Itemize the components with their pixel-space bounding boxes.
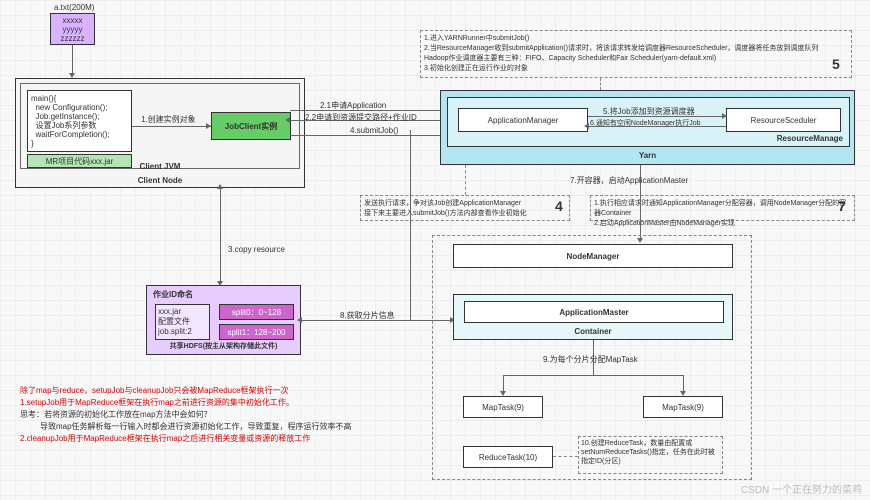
a5 bbox=[722, 113, 727, 119]
yarn-box: ApplicationManager ResourceSceduler 5.将J… bbox=[440, 90, 855, 165]
main-code: main(){ new Configuration(); Job.getInst… bbox=[27, 90, 132, 152]
badge4: 4 bbox=[555, 198, 563, 214]
file-l2: yyyyy bbox=[51, 25, 94, 34]
note7: 1.执行相应请求时通知ApplicationManager分配容器，调用Node… bbox=[590, 195, 855, 221]
bottom-notes: 除了map与reduce，setupJob与cleanupJob只会被MapRe… bbox=[20, 385, 420, 445]
l22: 2.2申请到资源提交路径+作业ID bbox=[305, 112, 417, 123]
appmaster: ApplicationMaster bbox=[464, 301, 724, 323]
c3 bbox=[220, 188, 221, 283]
bn2: 1.setupJob用于MapReduce框架在执行map之前进行资源的集中初始… bbox=[20, 397, 420, 409]
cloop bbox=[410, 130, 411, 320]
watermark: CSDN 一个正在努力的菜鸡 bbox=[741, 481, 862, 496]
maptask1: MapTask(9) bbox=[463, 396, 543, 418]
yarn-title: Yarn bbox=[441, 149, 854, 162]
note4: 发送执行请求，争对该Job创建ApplicationManager 接下来主要进… bbox=[360, 195, 570, 221]
nm-cluster: NodeManager ApplicationMaster Container … bbox=[432, 235, 752, 480]
maptask2: MapTask(9) bbox=[643, 396, 723, 418]
rm-title: ResourceManage bbox=[777, 132, 843, 145]
hdfs-item: xxx.jar 配置文件 job.split:2 bbox=[155, 304, 210, 340]
client-node: main(){ new Configuration(); Job.getInst… bbox=[15, 78, 305, 188]
file-l3: zzzzzz bbox=[51, 34, 94, 43]
l5: 5.将Job添加到资源调度器 bbox=[603, 106, 695, 117]
bn4: 导致map任务解析每一行输入时都会进行资源初始化工作，导致重复，程序运行效率不高 bbox=[20, 421, 420, 433]
client-title: Client Node bbox=[16, 174, 304, 187]
cloop2 bbox=[410, 320, 432, 321]
split0: split0：0~128 bbox=[219, 304, 294, 320]
l21: 2.1申请Application bbox=[320, 100, 386, 111]
rs-box: ResourceSceduler bbox=[726, 108, 841, 132]
l6: 6.通知有空闲NodeManager执行Job bbox=[590, 118, 701, 128]
badge5: 5 bbox=[832, 56, 840, 72]
bn3: 思考：若将资源的初始化工作放在map方法中会如何？ bbox=[20, 409, 420, 421]
a6 bbox=[584, 123, 589, 129]
jvm-title: Client JVM bbox=[16, 160, 304, 173]
bn5: 2.cleanupJob用于MapReduce框架在执行map之后进行相关变量或… bbox=[20, 433, 420, 445]
l3: 3.copy resource bbox=[228, 245, 285, 254]
step1-label: 1.创建实例对象 bbox=[141, 114, 196, 125]
container-title: Container bbox=[454, 325, 732, 338]
c-n10 bbox=[553, 456, 578, 457]
bn1: 除了map与reduce，setupJob与cleanupJob只会被MapRe… bbox=[20, 385, 420, 397]
conn-file-client bbox=[72, 45, 73, 73]
rm-box: ApplicationManager ResourceSceduler 5.将J… bbox=[447, 97, 850, 147]
container-box: ApplicationMaster Container bbox=[453, 294, 733, 340]
c-main-jc bbox=[132, 126, 211, 127]
a-main-jc bbox=[206, 123, 211, 129]
c9h bbox=[503, 375, 683, 376]
l7: 7.开容器，启动ApplicationMaster bbox=[570, 175, 688, 186]
reducetask: ReduceTask(10) bbox=[463, 446, 553, 468]
c-n5 bbox=[600, 78, 601, 90]
hdfs-box: 作业ID命名 xxx.jar 配置文件 job.split:2 split0：0… bbox=[146, 285, 301, 355]
file-l1: xxxxx bbox=[51, 16, 94, 25]
hdfs-footer: 共享HDFS(按主从架构存储此文件) bbox=[147, 339, 300, 353]
a8l bbox=[297, 317, 302, 323]
l9: 9.为每个分片分配MapTask bbox=[543, 354, 638, 365]
c-n4 bbox=[465, 165, 466, 195]
note5: 1.进入YARNRunner中submitJob() 2.当ResourceMa… bbox=[420, 30, 852, 78]
a3u bbox=[217, 184, 223, 189]
hdfs-title: 作业ID命名 bbox=[153, 289, 193, 300]
l4: 4.submitJob() bbox=[350, 126, 398, 135]
client-jvm: main(){ new Configuration(); Job.getInst… bbox=[20, 83, 300, 169]
note10: 10.创建ReduceTask，数量由配置或setNumReduceTasks(… bbox=[578, 436, 723, 474]
file-box: xxxxx yyyyy zzzzzz bbox=[50, 13, 95, 45]
c4 bbox=[290, 135, 460, 136]
file-label: a.txt(200M) bbox=[54, 3, 94, 12]
badge7: 7 bbox=[838, 198, 846, 214]
a22 bbox=[285, 117, 290, 123]
split1: split1：128~200 bbox=[219, 324, 294, 340]
appmgr-box: ApplicationManager bbox=[458, 108, 588, 132]
l8: 8.获取分片信息 bbox=[340, 310, 395, 321]
nodemanager: NodeManager bbox=[453, 244, 733, 268]
jobclient-box: JobClient实例 bbox=[211, 112, 291, 140]
